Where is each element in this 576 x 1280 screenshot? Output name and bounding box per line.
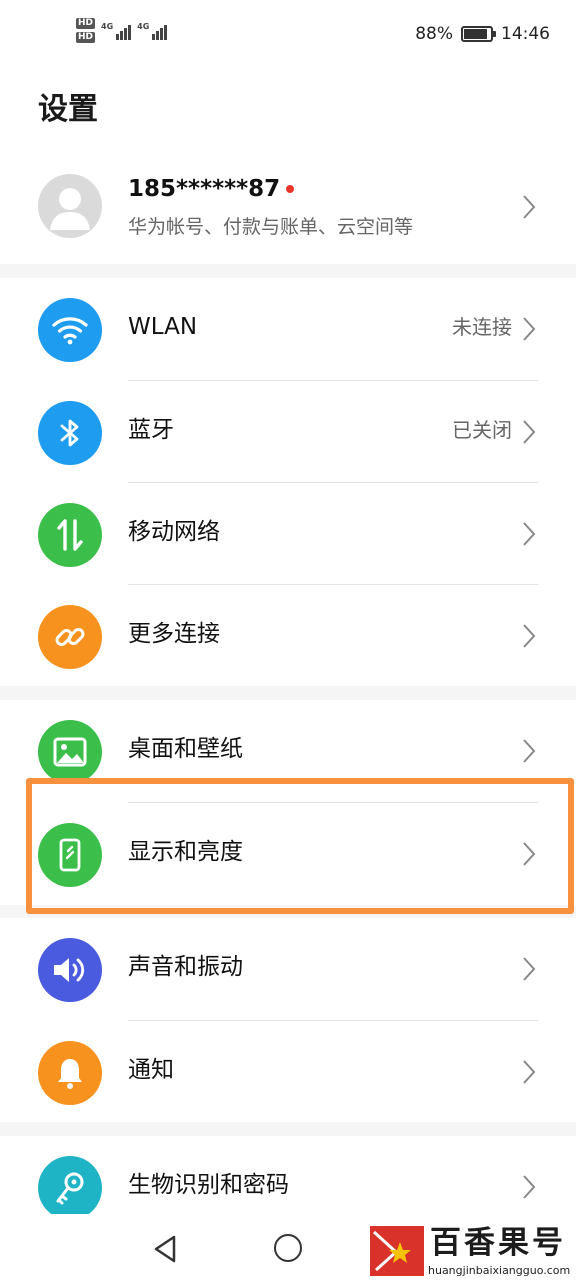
highlight-box bbox=[26, 778, 574, 914]
settings-item-label: 生物识别和密码 bbox=[128, 1172, 289, 1198]
settings-item-label: 移动网络 bbox=[128, 519, 220, 545]
mobile-data-icon bbox=[38, 503, 102, 567]
back-icon[interactable] bbox=[152, 1234, 178, 1264]
settings-item-sound-vibration[interactable]: 声音和振动 bbox=[0, 918, 576, 1020]
battery-percent: 88% bbox=[415, 24, 453, 44]
chevron-right-icon bbox=[523, 195, 536, 219]
page-header: 设置 bbox=[0, 70, 576, 148]
signal-indicators: HD HD 4G 4G bbox=[76, 18, 168, 43]
account-row[interactable]: 185******87 华为帐号、付款与账单、云空间等 bbox=[0, 148, 576, 264]
bluetooth-icon bbox=[38, 401, 102, 465]
battery-icon bbox=[461, 26, 496, 42]
settings-item-mobile-network[interactable]: 移动网络 bbox=[0, 483, 576, 585]
connectivity-section: WLAN 未连接 蓝牙 已关闭 移动网络 更多连接 bbox=[0, 278, 576, 686]
hd-badge: HD bbox=[76, 32, 96, 43]
chevron-right-icon bbox=[523, 624, 536, 648]
key-icon bbox=[38, 1156, 102, 1214]
page-title: 设置 bbox=[38, 92, 98, 127]
chevron-right-icon bbox=[523, 317, 536, 341]
link-icon bbox=[38, 605, 102, 669]
sound-notification-section: 声音和振动 通知 bbox=[0, 918, 576, 1122]
account-subtitle: 华为帐号、付款与账单、云空间等 bbox=[128, 216, 414, 238]
status-bar: HD HD 4G 4G 88% 14:46 bbox=[0, 0, 576, 70]
settings-item-label: WLAN bbox=[128, 314, 198, 340]
chevron-right-icon bbox=[523, 957, 536, 981]
watermark: 百香果号 huangjinbaixiangguo.com bbox=[370, 1224, 576, 1280]
chevron-right-icon bbox=[523, 1175, 536, 1199]
chevron-right-icon bbox=[523, 739, 536, 763]
account-section: 185******87 华为帐号、付款与账单、云空间等 bbox=[0, 148, 576, 264]
signal-icon: 4G bbox=[137, 22, 168, 40]
settings-item-label: 桌面和壁纸 bbox=[128, 736, 243, 762]
settings-item-more-connections[interactable]: 更多连接 bbox=[0, 585, 576, 687]
notification-dot bbox=[286, 185, 295, 193]
wifi-icon bbox=[38, 298, 102, 362]
hd-badge: HD bbox=[76, 18, 96, 29]
settings-item-label: 更多连接 bbox=[128, 621, 220, 647]
bell-icon bbox=[38, 1041, 102, 1105]
clock: 14:46 bbox=[501, 24, 550, 44]
watermark-url: huangjinbaixiangguo.com bbox=[428, 1264, 571, 1277]
wallpaper-icon bbox=[38, 720, 102, 784]
home-icon[interactable] bbox=[274, 1234, 302, 1262]
speaker-icon bbox=[38, 938, 102, 1002]
watermark-logo bbox=[370, 1226, 424, 1276]
chevron-right-icon bbox=[523, 522, 536, 546]
security-section: 生物识别和密码 bbox=[0, 1136, 576, 1214]
settings-item-label: 蓝牙 bbox=[128, 417, 174, 443]
settings-item-label: 声音和振动 bbox=[128, 954, 243, 980]
chevron-right-icon bbox=[523, 1060, 536, 1084]
chevron-right-icon bbox=[523, 420, 536, 444]
settings-item-label: 通知 bbox=[128, 1057, 174, 1083]
avatar bbox=[38, 174, 102, 238]
settings-item-value: 未连接 bbox=[452, 315, 512, 339]
settings-item-notifications[interactable]: 通知 bbox=[0, 1021, 576, 1123]
account-name: 185******87 bbox=[128, 176, 281, 202]
signal-icon: 4G bbox=[101, 22, 132, 40]
settings-item-bluetooth[interactable]: 蓝牙 已关闭 bbox=[0, 381, 576, 483]
settings-item-biometrics[interactable]: 生物识别和密码 bbox=[0, 1136, 576, 1214]
settings-item-wlan[interactable]: WLAN 未连接 bbox=[0, 278, 576, 380]
watermark-title: 百香果号 bbox=[430, 1225, 566, 1261]
settings-item-value: 已关闭 bbox=[452, 418, 512, 442]
